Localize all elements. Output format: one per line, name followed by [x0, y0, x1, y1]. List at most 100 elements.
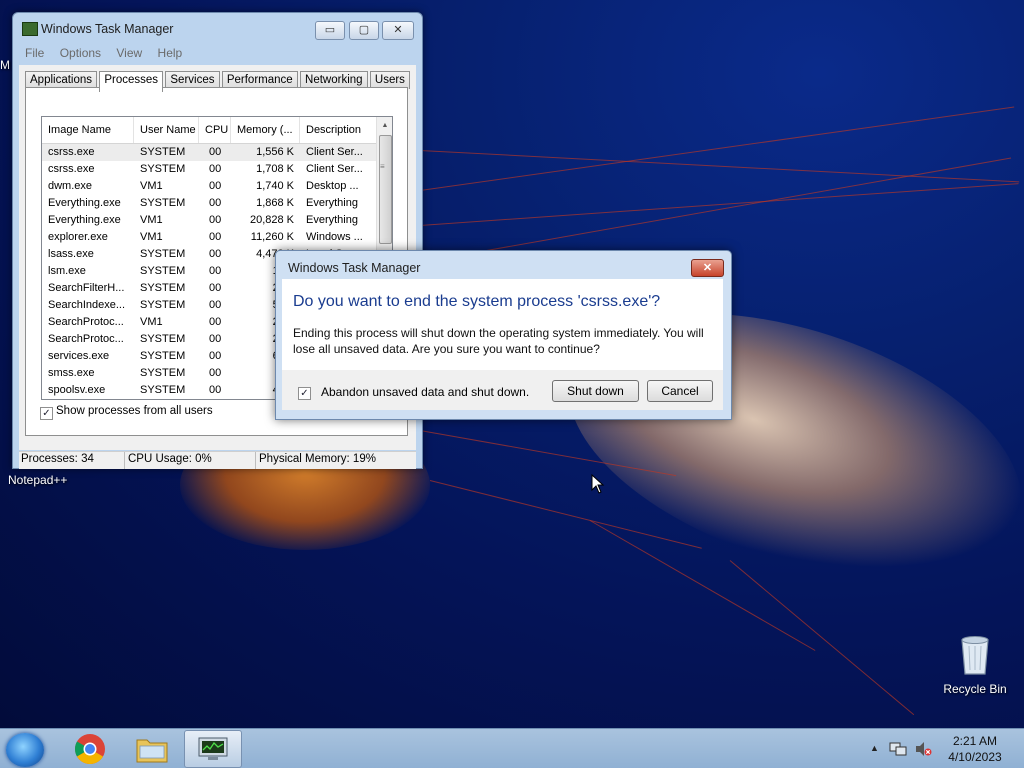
table-row[interactable]: csrss.exe SYSTEM 00 1,556 K Client Ser... — [42, 144, 376, 161]
recycle-bin-icon — [961, 636, 989, 675]
column-header-cpu[interactable]: CPU — [199, 117, 231, 143]
folder-icon — [136, 739, 168, 763]
menu-file[interactable]: File — [19, 43, 50, 63]
status-physical-memory: Physical Memory: 19% — [259, 453, 376, 465]
recycle-bin-label: Recycle Bin — [943, 682, 1007, 696]
wallpaper-tentacle — [589, 520, 816, 651]
desktop-icon-notepad[interactable]: Notepad++ — [2, 473, 72, 487]
cell-cpu: 00 — [209, 197, 222, 209]
cell-image: SearchIndexe... — [48, 299, 126, 311]
cell-cpu: 00 — [209, 350, 222, 362]
wallpaper-tentacle — [429, 157, 1012, 261]
dialog-title: Windows Task Manager — [288, 261, 421, 275]
mouse-cursor-icon — [591, 474, 605, 494]
cell-image: SearchProtoc... — [48, 316, 124, 328]
dialog-close-button[interactable]: ✕ — [691, 259, 724, 277]
abandon-data-checkbox[interactable]: ✓ — [298, 387, 311, 400]
start-button[interactable] — [0, 730, 56, 768]
wallpaper-tentacle — [419, 430, 677, 477]
table-row[interactable]: csrss.exe SYSTEM 00 1,708 K Client Ser... — [42, 161, 376, 178]
cell-user: SYSTEM — [140, 350, 186, 362]
table-row[interactable]: Everything.exe SYSTEM 00 1,868 K Everything — [42, 195, 376, 212]
dialog-content: Do you want to end the system process 'c… — [282, 279, 723, 370]
show-all-processes-label: Show processes from all users — [56, 405, 213, 417]
table-row[interactable]: Everything.exe VM1 00 20,828 K Everything — [42, 212, 376, 229]
dialog-heading: Do you want to end the system process 'c… — [293, 293, 661, 310]
tab-strip: Applications Processes Services Performa… — [25, 68, 410, 92]
cell-user: SYSTEM — [140, 197, 186, 209]
cell-mem: 20,828 K — [249, 214, 294, 226]
cell-user: SYSTEM — [140, 265, 186, 277]
scroll-up-arrow-icon[interactable]: ▲ — [377, 117, 392, 134]
cell-image: csrss.exe — [48, 146, 95, 158]
maximize-button[interactable]: ▢ — [349, 21, 379, 40]
column-header-image-name[interactable]: ▲ Image Name — [42, 117, 134, 143]
cell-image: lsm.exe — [48, 265, 86, 277]
cell-cpu: 00 — [209, 163, 222, 175]
menu-options[interactable]: Options — [54, 43, 107, 63]
taskbar-task-manager[interactable] — [184, 730, 242, 768]
cell-image: lsass.exe — [48, 248, 94, 260]
desktop-icon-partial[interactable]: M — [0, 58, 10, 72]
column-header-image-name-label: Image Name — [48, 124, 111, 136]
volume-muted-icon[interactable] — [914, 741, 932, 757]
network-icon[interactable] — [889, 741, 907, 757]
column-header-memory[interactable]: Memory (... — [231, 117, 300, 143]
minimize-button[interactable]: ▭ — [315, 21, 345, 40]
cell-cpu: 00 — [209, 265, 222, 277]
column-header-description[interactable]: Description — [300, 117, 376, 143]
show-hidden-icons-arrow[interactable]: ▲ — [870, 743, 879, 753]
cancel-button[interactable]: Cancel — [647, 380, 713, 402]
menu-bar: File Options View Help — [19, 43, 416, 63]
cell-cpu: 00 — [209, 214, 222, 226]
cell-mem: 1,740 K — [256, 180, 294, 192]
cell-desc: Everything — [306, 214, 358, 226]
taskbar: ▲ 2:21 AM 4/10/2023 — [0, 728, 1024, 768]
dialog-message: Ending this process will shut down the o… — [293, 326, 704, 356]
taskbar-file-explorer[interactable] — [124, 730, 180, 768]
cell-cpu: 00 — [209, 146, 222, 158]
status-bar: Processes: 34 CPU Usage: 0% Physical Mem… — [19, 451, 416, 469]
cell-cpu: 00 — [209, 180, 222, 192]
menu-help[interactable]: Help — [152, 43, 189, 63]
cell-mem: 11,260 K — [250, 231, 294, 243]
cell-cpu: 00 — [209, 367, 222, 379]
cell-image: Everything.exe — [48, 214, 121, 226]
show-all-processes-checkbox[interactable]: ✓ — [40, 407, 53, 420]
wallpaper-tentacle — [419, 106, 1015, 191]
shut-down-button[interactable]: Shut down — [552, 380, 639, 402]
column-header-user-name[interactable]: User Name — [134, 117, 199, 143]
desktop-icon-notepad-label: Notepad++ — [8, 473, 68, 487]
close-button[interactable]: ✕ — [382, 21, 414, 40]
cell-user: VM1 — [140, 180, 163, 192]
abandon-data-label: Abandon unsaved data and shut down. — [321, 385, 530, 399]
task-manager-titlebar[interactable]: Windows Task Manager ▭ ▢ ✕ — [13, 13, 422, 45]
cell-user: SYSTEM — [140, 367, 186, 379]
cell-user: VM1 — [140, 316, 163, 328]
scrollbar-thumb[interactable] — [379, 135, 392, 244]
menu-view[interactable]: View — [110, 43, 148, 63]
tab-processes[interactable]: Processes — [99, 71, 164, 92]
table-row[interactable]: explorer.exe VM1 00 11,260 K Windows ... — [42, 229, 376, 246]
cell-image: smss.exe — [48, 367, 95, 379]
cell-user: SYSTEM — [140, 299, 186, 311]
cell-desc: Client Ser... — [306, 163, 363, 175]
desktop-icon-recycle-bin[interactable]: Recycle Bin — [938, 632, 1012, 696]
cell-user: SYSTEM — [140, 282, 186, 294]
task-manager-app-icon — [22, 22, 38, 36]
cell-mem: 1,556 K — [256, 146, 294, 158]
dialog-footer: ✓ Abandon unsaved data and shut down. Sh… — [282, 370, 723, 410]
taskbar-chrome[interactable] — [62, 730, 118, 768]
task-manager-title: Windows Task Manager — [41, 22, 174, 36]
cell-cpu: 00 — [209, 316, 222, 328]
cell-cpu: 00 — [209, 384, 222, 396]
cell-image: dwm.exe — [48, 180, 93, 192]
process-list-header: ▲ Image Name User Name CPU Memory (... D… — [42, 117, 376, 144]
cell-user: VM1 — [140, 231, 163, 243]
cell-image: csrss.exe — [48, 163, 95, 175]
cell-user: SYSTEM — [140, 333, 186, 345]
system-clock[interactable]: 2:21 AM 4/10/2023 — [940, 733, 1010, 765]
table-row[interactable]: dwm.exe VM1 00 1,740 K Desktop ... — [42, 178, 376, 195]
cell-image: SearchFilterH... — [48, 282, 125, 294]
cell-desc: Everything — [306, 197, 358, 209]
